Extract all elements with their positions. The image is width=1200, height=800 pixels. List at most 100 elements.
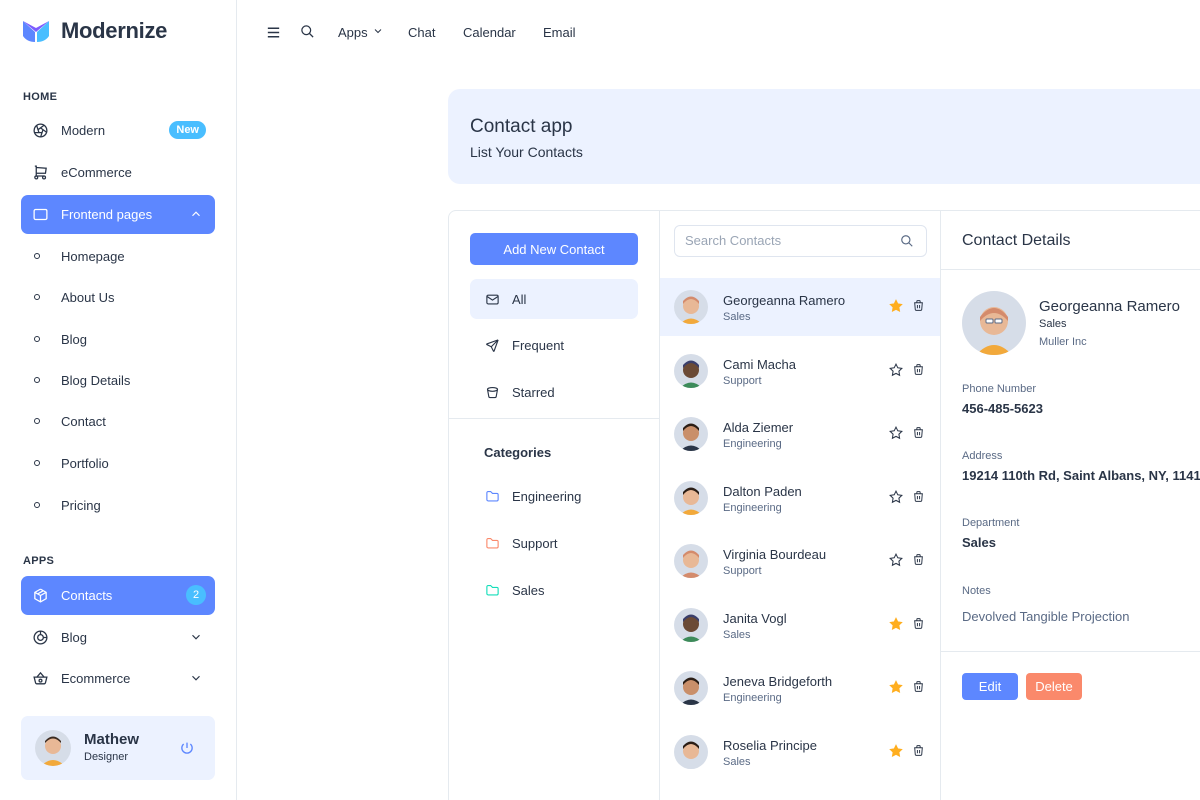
contact-list-item[interactable]: Alda Ziemer Engineering [660,405,940,463]
new-badge: New [169,121,206,139]
sidebar-subitem-contact[interactable]: Contact [21,406,215,436]
search-icon[interactable] [300,24,315,44]
star-icon[interactable] [889,616,903,636]
folder-icon [484,488,500,504]
sidebar-item-blog[interactable]: Blog [21,618,215,657]
divider [449,418,660,419]
star-icon[interactable] [889,362,903,382]
contact-list-item[interactable]: Dalton Paden Engineering [660,469,940,527]
header-link-chat[interactable]: Chat [408,25,435,40]
category-engineering[interactable]: Engineering [470,476,638,516]
sidebar-item-frontend-pages[interactable]: Frontend pages [21,195,215,234]
contact-list-item[interactable]: Virginia Bourdeau Support [660,532,940,590]
shopping-cart-icon [31,164,49,182]
sidebar-subitem-blog[interactable]: Blog [21,324,215,354]
trash-icon[interactable] [912,617,925,635]
contact-list-item[interactable]: Jeneva Bridgeforth Engineering [660,659,940,717]
contact-name: Janita Vogl [723,610,787,626]
contact-list-item[interactable]: Janita Vogl Sales [660,596,940,654]
avatar [674,607,708,642]
sidebar-item-modern[interactable]: Modern New [21,111,215,150]
contact-list-item[interactable]: Roselia Principe Sales [660,723,940,781]
header-link-calendar[interactable]: Calendar [463,25,516,40]
contact-app-card: Add New Contact All Frequent Starred Cat… [448,210,1200,800]
star-icon[interactable] [889,552,903,572]
contact-dept: Sales [723,311,751,323]
avatar [674,290,708,324]
page-subtitle: List Your Contacts [470,144,583,160]
contact-name: Jeneva Bridgeforth [723,674,833,689]
circle-icon [34,294,40,300]
category-sales[interactable]: Sales [470,570,638,610]
avatar [674,480,708,515]
department-value: Sales [962,535,996,550]
avatar [674,353,708,388]
sidebar-item-label: Frontend pages [61,207,153,222]
filter-starred[interactable]: Starred [470,372,638,412]
header-link-email[interactable]: Email [543,25,576,40]
nav-caption-home: HOME [23,91,58,103]
contact-dept: Sales [723,628,751,641]
contact-list-item[interactable]: Georgeanna Ramero Sales [660,278,940,336]
power-icon[interactable] [179,740,195,761]
circle-icon [34,460,40,466]
sidebar-subitem-homepage[interactable]: Homepage [21,241,215,271]
search-icon[interactable] [900,234,914,253]
category-support[interactable]: Support [470,523,638,563]
sidebar-subitem-pricing[interactable]: Pricing [21,490,215,520]
folder-icon [484,535,500,551]
circle-icon [34,253,40,259]
brand-logo[interactable]: Modernize [21,18,167,44]
address-label: Address [962,450,1003,462]
phone-value: 456-485-5623 [962,401,1043,416]
avatar [674,544,708,578]
aperture-icon [31,122,49,140]
trash-icon[interactable] [912,553,925,571]
trash-icon[interactable] [912,363,925,381]
star-icon[interactable] [889,743,903,763]
basket-icon [31,670,49,688]
contact-list-item[interactable]: Cami Macha Support [660,342,940,400]
filter-all[interactable]: All [470,279,638,319]
divider [941,651,1200,652]
sidebar-item-contacts[interactable]: Contacts 2 [21,576,215,615]
chevron-up-icon [189,207,203,224]
star-icon[interactable] [889,299,903,318]
star-icon[interactable] [889,489,903,509]
details-dept: Sales [1039,318,1067,330]
folder-icon [484,582,500,598]
sidebar-item-label: Contacts [61,588,113,603]
details-title: Contact Details [962,232,1071,249]
sidebar-item-label: Blog [61,630,88,645]
count-badge: 2 [186,585,206,605]
sidebar-subitem-portfolio[interactable]: Portfolio [21,448,215,478]
contact-name: Roselia Principe [723,737,817,753]
trash-icon[interactable] [912,426,925,444]
menu-icon[interactable] [265,24,282,46]
search-input[interactable] [685,233,885,248]
categories-title: Categories [484,445,552,460]
address-value: 19214 110th Rd, Saint Albans, NY, 1141 [962,468,1200,483]
edit-button[interactable]: Edit [962,673,1018,700]
user-profile: Mathew Designer [21,716,215,780]
add-new-contact-button[interactable]: Add New Contact [470,233,638,265]
contact-dept: Engineering [723,501,782,514]
delete-button[interactable]: Delete [1026,673,1082,700]
header-link-apps[interactable]: Apps [338,25,384,40]
star-icon[interactable] [889,680,903,699]
contact-name: Georgeanna Ramero [723,293,846,308]
sidebar-subitem-blog-details[interactable]: Blog Details [21,365,215,395]
trash-icon[interactable] [912,680,925,698]
sidebar-item-ecommerce-app[interactable]: Ecommerce [21,659,215,698]
sidebar-subitem-about-us[interactable]: About Us [21,282,215,312]
brand-name: Modernize [61,18,168,43]
filter-frequent[interactable]: Frequent [470,325,638,365]
trash-icon[interactable] [912,490,925,508]
send-icon [484,337,500,353]
sidebar-item-ecommerce[interactable]: eCommerce [21,153,215,192]
trash-icon[interactable] [912,744,925,762]
sidebar-item-label: Modern [61,123,106,138]
contact-name: Alda Ziemer [723,420,794,435]
star-icon[interactable] [889,425,903,445]
trash-icon[interactable] [912,299,925,317]
